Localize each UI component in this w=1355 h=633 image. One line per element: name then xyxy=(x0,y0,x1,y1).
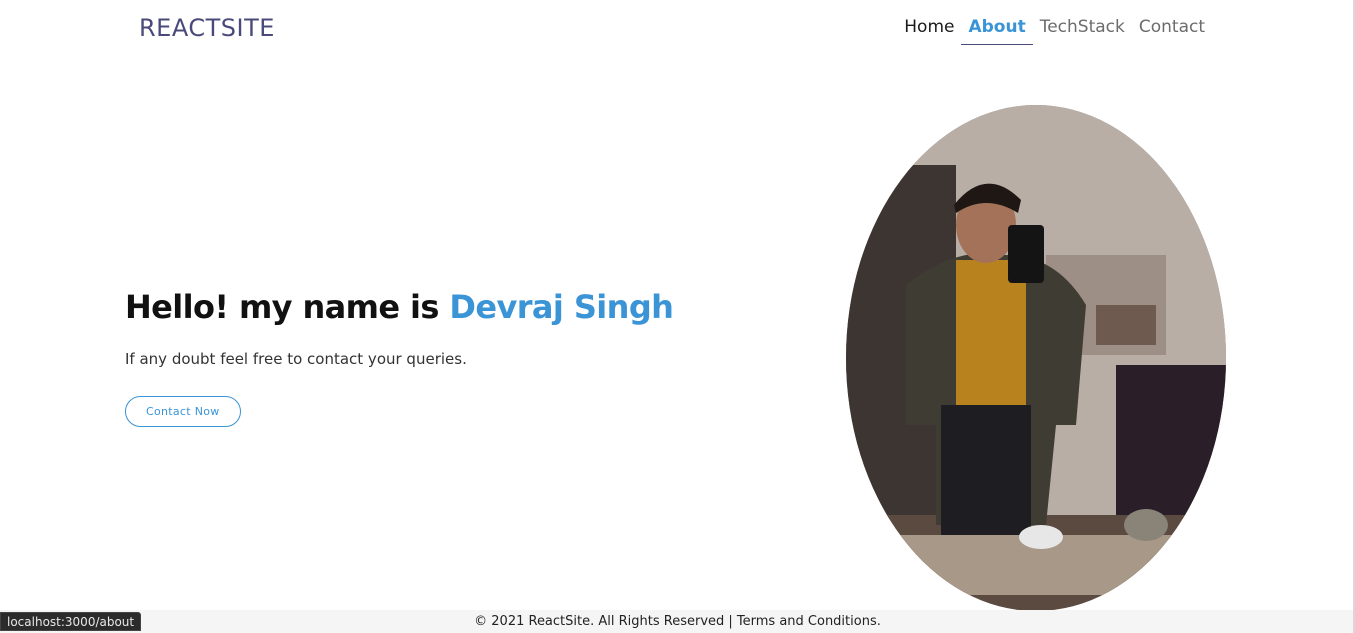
nav-link-contact[interactable]: Contact xyxy=(1132,17,1212,45)
hero-name: Devraj Singh xyxy=(449,288,674,326)
footer-copyright: © 2021 ReactSite. All Rights Reserved | … xyxy=(474,614,881,629)
brand-logo[interactable]: REACTSITE xyxy=(139,14,275,42)
hero-greeting: Hello! my name is xyxy=(125,288,439,326)
browser-status-url: localhost:3000/about xyxy=(0,612,142,631)
contact-now-button[interactable]: Contact Now xyxy=(125,396,241,427)
profile-photo xyxy=(846,105,1226,611)
nav-link-about[interactable]: About xyxy=(961,17,1033,45)
navbar: REACTSITE Home About TechStack Contact xyxy=(0,0,1355,60)
nav-menu: Home About TechStack Contact xyxy=(897,17,1212,45)
hero-section: Hello! my name is Devraj Singh If any do… xyxy=(125,288,674,427)
profile-photo-image xyxy=(846,105,1226,611)
footer: © 2021 ReactSite. All Rights Reserved | … xyxy=(0,610,1355,633)
nav-link-home[interactable]: Home xyxy=(897,17,961,45)
hero-subtitle: If any doubt feel free to contact your q… xyxy=(125,350,467,368)
nav-link-techstack[interactable]: TechStack xyxy=(1033,17,1132,45)
hero-heading: Hello! my name is Devraj Singh xyxy=(125,288,674,326)
